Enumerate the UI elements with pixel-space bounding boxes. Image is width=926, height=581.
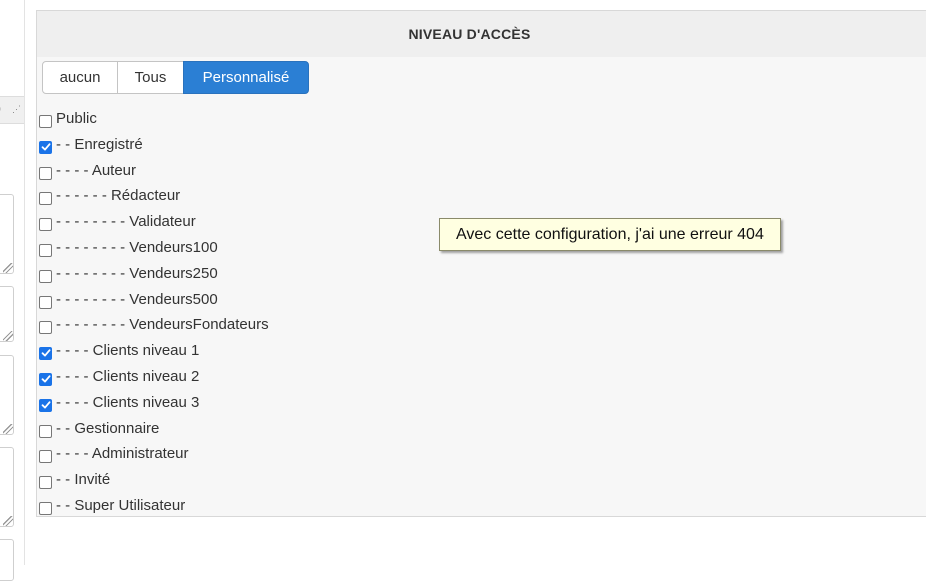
checkbox[interactable]: [39, 243, 52, 257]
group-label: - - - - - - - - Vendeurs100: [56, 238, 218, 256]
group-label: Public: [56, 109, 97, 127]
resize-handle-icon[interactable]: [3, 331, 13, 341]
checkbox[interactable]: [39, 191, 52, 205]
button-tous[interactable]: Tous: [117, 61, 184, 94]
group-label: - - - - - - - - Validateur: [56, 212, 196, 230]
button-personnalise[interactable]: Personnalisé: [183, 61, 309, 94]
resize-handle-icon[interactable]: [3, 263, 13, 273]
checkbox-checked[interactable]: [39, 140, 52, 154]
group-row[interactable]: - - - - Clients niveau 3: [39, 391, 199, 413]
checkbox-checked[interactable]: [39, 372, 52, 386]
group-label: - - Invité: [56, 470, 111, 488]
editor-textarea[interactable]: [0, 447, 14, 527]
group-label: - - - - - - - - Vendeurs250: [56, 264, 218, 282]
group-row[interactable]: - - Super Utilisateur: [39, 494, 185, 516]
group-row[interactable]: - - - - - - - - VendeursFondateurs: [39, 313, 269, 335]
group-row[interactable]: - - - - - - - - Vendeurs100: [39, 236, 218, 258]
group-row[interactable]: - - - - - - - - Vendeurs250: [39, 262, 218, 284]
group-label: - - - - Clients niveau 3: [56, 393, 200, 411]
group-label: - - - - - - Rédacteur: [56, 186, 181, 204]
checkbox[interactable]: [39, 166, 52, 180]
tooltip-text: Avec cette configuration, j'ai une erreu…: [456, 225, 764, 243]
checkmark-icon: [41, 375, 50, 383]
panel-title: NIVEAU D'ACCÈS: [408, 26, 531, 42]
checkbox[interactable]: [39, 475, 52, 489]
group-row[interactable]: - - - - Clients niveau 1: [39, 339, 199, 361]
access-button-group: aucun Tous Personnalisé: [42, 61, 309, 94]
checkbox-checked[interactable]: [39, 398, 52, 412]
group-label: - - Gestionnaire: [56, 419, 160, 437]
group-row[interactable]: - - Invité: [39, 468, 110, 490]
panel-header: NIVEAU D'ACCÈS: [37, 11, 926, 57]
group-row[interactable]: - - - - - - Rédacteur: [39, 184, 180, 206]
group-row[interactable]: - - - - - - - - Vendeurs500: [39, 288, 218, 310]
group-row[interactable]: - - Gestionnaire: [39, 417, 159, 439]
access-level-panel: NIVEAU D'ACCÈS aucun Tous Personnalisé P…: [36, 10, 926, 517]
group-label: - - Enregistré: [56, 135, 143, 153]
checkmark-icon: [41, 349, 50, 357]
left-column: ) ⋰: [0, 0, 25, 581]
editor-icon[interactable]: ): [0, 101, 1, 115]
checkbox[interactable]: [39, 114, 52, 128]
checkbox[interactable]: [39, 424, 52, 438]
checkbox[interactable]: [39, 295, 52, 309]
group-row[interactable]: - - - - - - - - Validateur: [39, 210, 196, 232]
group-row[interactable]: Public: [39, 107, 97, 129]
checkbox-checked[interactable]: [39, 346, 52, 360]
checkbox[interactable]: [39, 217, 52, 231]
checkmark-icon: [41, 401, 50, 409]
tooltip: Avec cette configuration, j'ai une erreu…: [439, 218, 781, 251]
group-label: - - Super Utilisateur: [56, 496, 186, 514]
editor-textarea[interactable]: [0, 355, 14, 435]
checkmark-icon: [41, 143, 50, 151]
editor-textarea[interactable]: [0, 194, 14, 274]
group-row[interactable]: - - - - Administrateur: [39, 442, 189, 464]
group-label: - - - - - - - - VendeursFondateurs: [56, 315, 269, 333]
resize-handle-icon[interactable]: [3, 516, 13, 526]
button-aucun[interactable]: aucun: [42, 61, 118, 94]
group-label: - - - - - - - - Vendeurs500: [56, 290, 218, 308]
group-label: - - - - Clients niveau 1: [56, 341, 200, 359]
checkbox[interactable]: [39, 269, 52, 283]
group-row[interactable]: - - - - Auteur: [39, 159, 136, 181]
group-row[interactable]: - - Enregistré: [39, 133, 143, 155]
grip-icon[interactable]: ⋰: [12, 105, 21, 114]
group-label: - - - - Auteur: [56, 161, 137, 179]
group-label: - - - - Administrateur: [56, 444, 189, 462]
editor-textarea[interactable]: [0, 286, 14, 342]
resize-handle-icon[interactable]: [3, 424, 13, 434]
group-row[interactable]: - - - - Clients niveau 2: [39, 365, 199, 387]
checkbox[interactable]: [39, 501, 52, 515]
editor-textarea[interactable]: [0, 539, 14, 581]
checkbox[interactable]: [39, 320, 52, 334]
checkbox[interactable]: [39, 449, 52, 463]
editor-toolbar-strip: ) ⋰: [0, 96, 24, 124]
group-label: - - - - Clients niveau 2: [56, 367, 200, 385]
